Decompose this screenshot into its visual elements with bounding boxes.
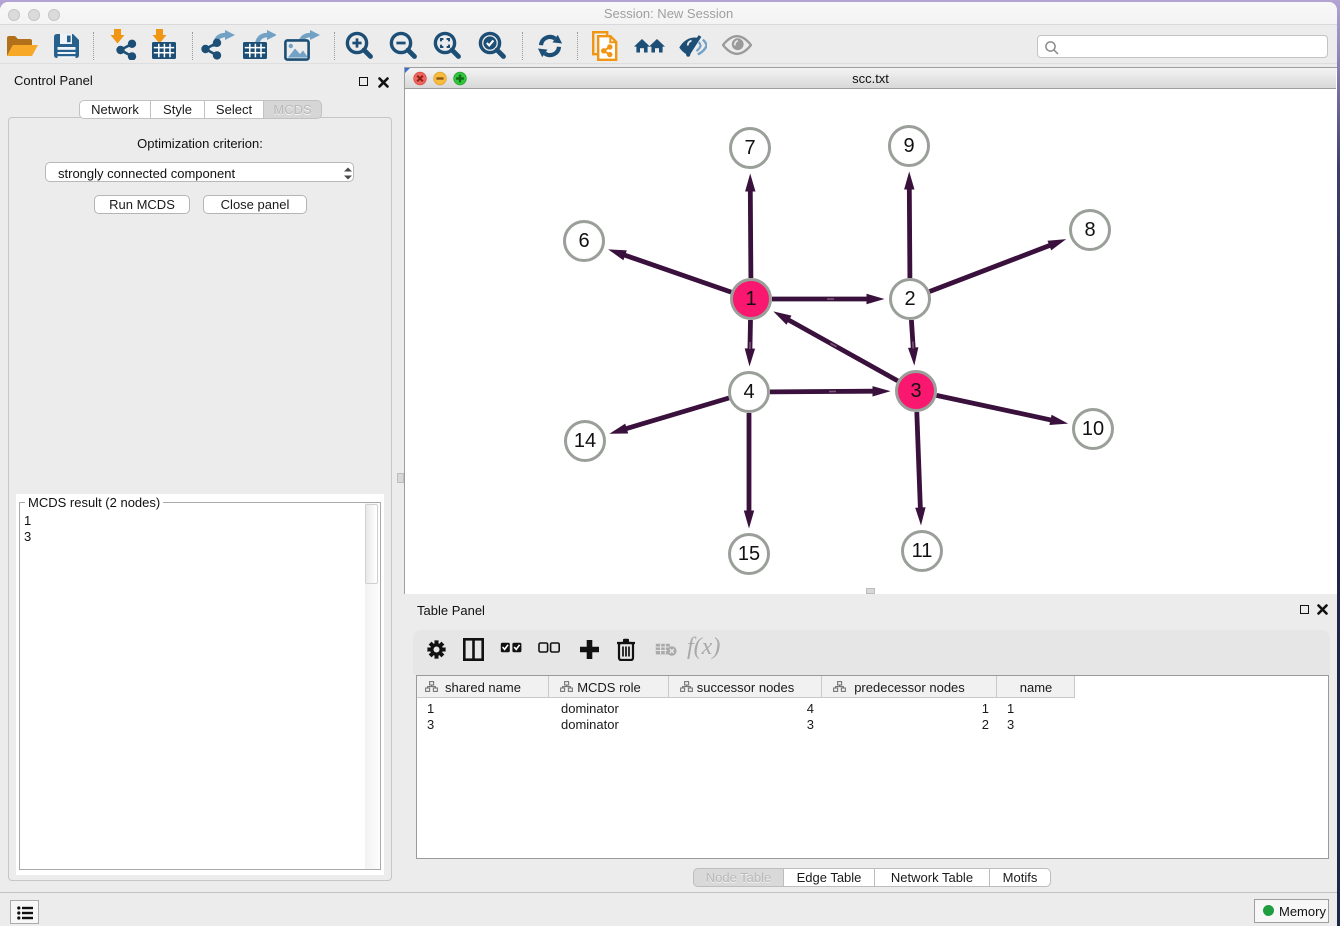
svg-text:14: 14 <box>574 430 596 452</box>
svg-text:1: 1 <box>745 288 756 310</box>
svg-text:8: 8 <box>1084 219 1095 241</box>
svg-text:4: 4 <box>743 381 754 403</box>
svg-text:6: 6 <box>578 230 589 252</box>
svg-text:11: 11 <box>912 540 933 562</box>
svg-text:3: 3 <box>910 380 921 402</box>
svg-text:15: 15 <box>738 543 760 565</box>
svg-text:10: 10 <box>1082 418 1104 440</box>
svg-text:2: 2 <box>904 288 915 310</box>
svg-text:9: 9 <box>903 135 914 157</box>
svg-text:7: 7 <box>744 137 755 159</box>
